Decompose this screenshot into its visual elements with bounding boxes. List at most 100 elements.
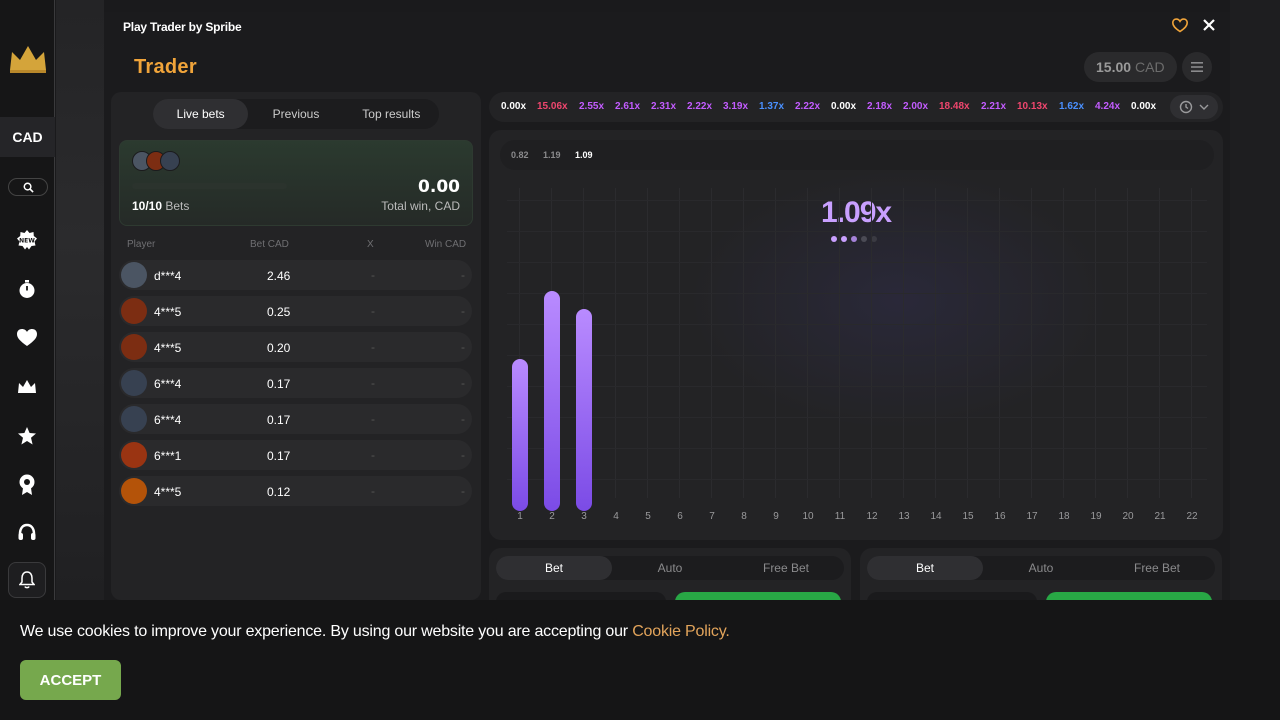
tab-free-bet[interactable]: Free Bet <box>1099 556 1215 580</box>
table-row: 4***5 0.20 - - <box>119 332 472 362</box>
player-name: 6***1 <box>154 449 182 463</box>
current-multiplier: 1.09x <box>821 196 892 229</box>
favorite-heart-icon[interactable] <box>1172 18 1188 33</box>
avatar <box>121 442 147 468</box>
grid-line <box>935 188 936 498</box>
new-games-button[interactable]: NEW <box>15 228 39 252</box>
tab-auto[interactable]: Auto <box>983 556 1099 580</box>
background-overlay-right <box>1230 0 1280 600</box>
player-name: 6***4 <box>154 377 182 391</box>
vip-button[interactable] <box>15 375 39 399</box>
search-button[interactable] <box>8 178 48 196</box>
bet-amount: 0.12 <box>267 485 291 499</box>
tab-live-bets[interactable]: Live bets <box>153 99 249 129</box>
bet-amount: 0.17 <box>267 449 291 463</box>
bell-icon <box>19 571 35 589</box>
avatar <box>121 370 147 396</box>
player-name: 4***5 <box>154 485 182 499</box>
x-tick-label: 2 <box>549 511 555 522</box>
column-bet: Bet CAD <box>250 239 289 250</box>
recent-result: 1.09 <box>575 150 593 160</box>
multiplier-value: 0.00x <box>831 101 857 112</box>
multiplier-value: 2.22x <box>795 101 821 112</box>
x-tick-label: 14 <box>930 511 942 522</box>
currency-tab[interactable]: CAD <box>0 117 55 157</box>
grid-line <box>507 231 1207 232</box>
tab-previous[interactable]: Previous <box>248 99 343 129</box>
history-button[interactable] <box>1170 95 1218 119</box>
bet-amount: 0.17 <box>267 377 291 391</box>
tournaments-button[interactable] <box>15 473 39 497</box>
place-bet-button[interactable] <box>675 592 841 600</box>
grid-line <box>507 262 1207 263</box>
favorites-button[interactable] <box>15 326 39 350</box>
modal-title: Play Trader by Spribe <box>123 20 242 34</box>
avatar <box>160 151 180 171</box>
grid-line <box>711 188 712 498</box>
multiplier-value: 3.19x <box>723 101 749 112</box>
avatar <box>121 406 147 432</box>
cashout-multiplier: - <box>371 268 375 282</box>
multiplier-value: 1.62x <box>1059 101 1085 112</box>
x-tick-label: 18 <box>1058 511 1070 522</box>
grid-line <box>1063 188 1064 498</box>
x-tick-label: 21 <box>1154 511 1166 522</box>
x-tick-label: 7 <box>709 511 715 522</box>
top-games-button[interactable] <box>15 424 39 448</box>
grid-line <box>507 448 1207 449</box>
crown-logo-icon[interactable] <box>8 44 48 74</box>
bets-summary: 10/10 Bets 0.00 Total win, CAD <box>119 140 473 226</box>
tab-top-results[interactable]: Top results <box>344 99 439 129</box>
grid-line <box>507 293 1207 294</box>
new-badge-icon: NEW <box>17 230 37 250</box>
recent-games-button[interactable] <box>15 277 39 301</box>
multiplier-value: 0.00x <box>1131 101 1157 112</box>
multiplier-value: 2.55x <box>579 101 605 112</box>
heart-icon <box>17 329 37 346</box>
tab-free-bet[interactable]: Free Bet <box>728 556 844 580</box>
multiplier-value: 2.21x <box>981 101 1007 112</box>
cashout-multiplier: - <box>371 448 375 462</box>
win-amount: - <box>461 304 465 318</box>
column-win: Win CAD <box>425 239 467 250</box>
win-amount: - <box>461 376 465 390</box>
player-avatars <box>132 151 180 171</box>
balance-display: 15.00 CAD <box>1084 52 1177 82</box>
multiplier-value: 18.48x <box>939 101 970 112</box>
total-win-label: Total win, CAD <box>381 199 460 213</box>
game-menu-button[interactable] <box>1182 52 1212 82</box>
tab-bet[interactable]: Bet <box>496 556 612 580</box>
notifications-button[interactable] <box>8 562 46 598</box>
bet-amount-stepper[interactable] <box>867 592 1037 600</box>
tab-auto[interactable]: Auto <box>612 556 728 580</box>
game-chart: 0.82 1.19 1.09 1.09x 1 2 3 4 5 6 7 8 9 10 11 12 13 14 15… <box>489 130 1223 540</box>
recent-result: 1.19 <box>543 150 561 160</box>
win-amount: - <box>461 412 465 426</box>
multiplier-value: 2.18x <box>867 101 893 112</box>
bet-amount: 0.25 <box>267 305 291 319</box>
accept-cookies-button[interactable]: ACCEPT <box>20 660 121 700</box>
column-player: Player <box>127 239 156 250</box>
support-button[interactable] <box>15 521 39 545</box>
x-tick-label: 10 <box>802 511 814 522</box>
x-tick-label: 19 <box>1090 511 1102 522</box>
svg-text:NEW: NEW <box>19 238 35 245</box>
place-bet-button[interactable] <box>1046 592 1212 600</box>
x-tick-label: 1 <box>517 511 523 522</box>
bet-amount-stepper[interactable] <box>496 592 666 600</box>
tab-bet[interactable]: Bet <box>867 556 983 580</box>
table-row: d***4 2.46 - - <box>119 260 472 290</box>
grid-line <box>1031 188 1032 498</box>
headset-icon <box>18 523 36 540</box>
close-icon[interactable] <box>1201 17 1217 33</box>
cookie-policy-link[interactable]: Cookie Policy. <box>632 623 730 640</box>
dot <box>841 236 847 242</box>
chart-glow <box>689 170 1109 430</box>
multiplier-value: 2.31x <box>651 101 677 112</box>
game-logo: Trader <box>134 56 197 78</box>
multiplier-value: 10.13x <box>1017 101 1048 112</box>
currency-label: CAD <box>12 129 43 145</box>
player-name: d***4 <box>154 269 182 283</box>
win-amount: - <box>461 448 465 462</box>
player-name: 4***5 <box>154 305 182 319</box>
